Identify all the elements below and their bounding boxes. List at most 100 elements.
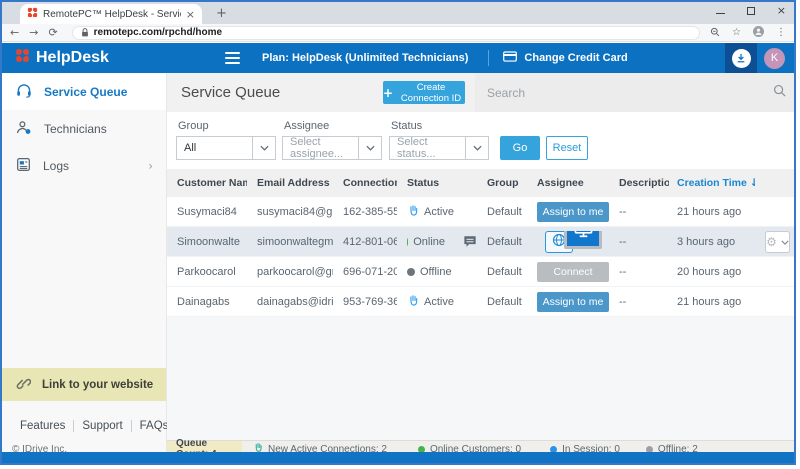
zoom-icon[interactable] [710, 24, 720, 42]
reset-button[interactable]: Reset [546, 136, 588, 160]
search-input[interactable] [487, 86, 773, 100]
browser-tab[interactable]: RemotePC™ HelpDesk - Service Q × [20, 4, 202, 24]
back-button[interactable]: ← [10, 26, 19, 39]
description-value: -- [609, 266, 669, 278]
customer-name: Simoonwalte [167, 236, 247, 248]
status-filter-select[interactable]: Select status... [389, 136, 489, 160]
col-assignee: Assignee [527, 177, 609, 189]
status-text: Active [424, 296, 454, 308]
plus-icon: + [383, 86, 393, 100]
online-status-dot [407, 238, 408, 246]
assignee-filter-placeholder: Select assignee... [283, 137, 358, 159]
assignee-filter-label: Assignee [284, 120, 329, 132]
helpdesk-logo[interactable]: HelpDesk [2, 48, 167, 68]
status-text: Offline [420, 266, 452, 278]
search-icon [773, 84, 786, 102]
window-minimize-button[interactable] [716, 8, 725, 14]
table-row: Dainagabs dainagabs@idrive.c... 953-769-… [167, 287, 796, 317]
group-filter-select[interactable]: All [176, 136, 276, 160]
group-value: Default [477, 296, 527, 308]
change-credit-card-button[interactable]: Change Credit Card [503, 51, 627, 65]
active-hand-icon [407, 204, 419, 220]
remote-desktop-button[interactable] [564, 231, 602, 249]
chevron-down-icon [465, 137, 488, 159]
new-tab-button[interactable]: + [216, 6, 227, 21]
profile-avatar-icon[interactable] [753, 24, 764, 42]
sidebar-item-service-queue[interactable]: Service Queue [2, 73, 166, 110]
sidebar-item-label: Logs [43, 159, 69, 173]
chevron-down-icon [252, 137, 275, 159]
lock-icon [81, 24, 89, 42]
link-icon [16, 376, 31, 394]
browser-toolbar: ← → ⟳ remotepc.com/rpchd/home ☆ ⋮ [2, 24, 794, 42]
filter-bar: Group All Assignee Select assignee... St… [167, 112, 796, 169]
sidebar-footer-links: Features Support FAQs [12, 420, 176, 432]
bookmark-star-icon[interactable]: ☆ [732, 27, 741, 38]
group-value: Default [477, 206, 527, 218]
tab-close-icon[interactable]: × [186, 8, 195, 21]
logs-icon [16, 157, 31, 175]
url-text: remotepc.com/rpchd/home [94, 27, 222, 38]
col-customer-name: Customer Name [167, 177, 247, 189]
group-filter-value: All [177, 137, 252, 159]
monitor-icon [574, 231, 593, 241]
search-box [475, 73, 796, 112]
features-link[interactable]: Features [12, 420, 73, 432]
group-value: Default [477, 266, 527, 278]
forward-button[interactable]: → [29, 26, 38, 39]
support-link[interactable]: Support [73, 420, 130, 432]
customer-name: Dainagabs [167, 296, 247, 308]
link-to-website-button[interactable]: Link to your website [2, 368, 166, 401]
table-row-selected: Simoonwalte simoonwaltegmail... 412-801-… [167, 227, 796, 257]
description-value: -- [609, 236, 669, 248]
col-creation-time-sort[interactable]: Creation Time ↓ [669, 177, 755, 189]
user-avatar[interactable]: K [764, 48, 785, 69]
assign-to-me-button[interactable]: Assign to me [537, 202, 609, 222]
table-row: Susymaci84 susymaci84@gmail.... 162-385-… [167, 197, 796, 227]
technicians-icon [16, 120, 32, 138]
chat-icon[interactable] [463, 235, 477, 248]
reload-button[interactable]: ⟳ [48, 26, 57, 39]
col-connection-id: Connection ID [333, 177, 397, 189]
sidebar-item-logs[interactable]: Logs › [2, 147, 166, 184]
window-maximize-button[interactable] [747, 7, 755, 15]
plan-text: Plan: HelpDesk (Unlimited Technicians) [262, 52, 468, 64]
description-value: -- [609, 296, 669, 308]
sidebar-item-technicians[interactable]: Technicians [2, 110, 166, 147]
sort-down-icon: ↓ [750, 177, 755, 189]
email-address: dainagabs@idrive.c... [247, 296, 333, 308]
download-icon [732, 49, 751, 68]
go-button[interactable]: Go [500, 136, 540, 160]
status-text: Online [413, 236, 445, 248]
email-address: simoonwaltegmail... [247, 236, 333, 248]
window-close-button[interactable]: × [777, 5, 786, 16]
tab-title: RemotePC™ HelpDesk - Service Q [43, 9, 181, 20]
connection-id: 953-769-360 [333, 296, 397, 308]
logo-text: HelpDesk [36, 49, 109, 67]
main-content: Service Queue + Create Connection ID Gro… [167, 73, 796, 457]
app-header: HelpDesk Plan: HelpDesk (Unlimited Techn… [2, 43, 794, 73]
table-header: Customer Name Email Address Connection I… [167, 169, 796, 197]
sidebar: Service Queue Technicians Logs › Link to… [2, 73, 167, 457]
assign-to-me-button[interactable]: Assign to me [537, 292, 609, 312]
assignee-filter-select[interactable]: Select assignee... [282, 136, 382, 160]
group-filter-label: Group [178, 120, 209, 132]
gear-icon: ⚙ [766, 236, 777, 248]
sidebar-item-label: Technicians [44, 122, 107, 136]
connection-id: 696-071-202 [333, 266, 397, 278]
status-filter-label: Status [391, 120, 422, 132]
creation-time: 20 hours ago [669, 266, 755, 278]
customer-name: Susymaci84 [167, 206, 247, 218]
browser-menu-icon[interactable]: ⋮ [776, 27, 786, 38]
download-app-button[interactable] [725, 43, 757, 73]
row-settings-dropdown[interactable]: ⚙ [765, 231, 790, 253]
menu-toggle-button[interactable] [225, 52, 240, 64]
email-address: parkoocarol@gmail... [247, 266, 333, 278]
creation-time: 21 hours ago [669, 206, 755, 218]
create-connection-id-button[interactable]: + Create Connection ID [383, 81, 465, 104]
page-title: Service Queue [181, 84, 280, 101]
lifebuoy-logo-icon [15, 48, 30, 68]
connect-button[interactable]: Connect [537, 262, 609, 282]
url-bar[interactable]: remotepc.com/rpchd/home [72, 26, 700, 40]
connection-id: 162-385-559 [333, 206, 397, 218]
